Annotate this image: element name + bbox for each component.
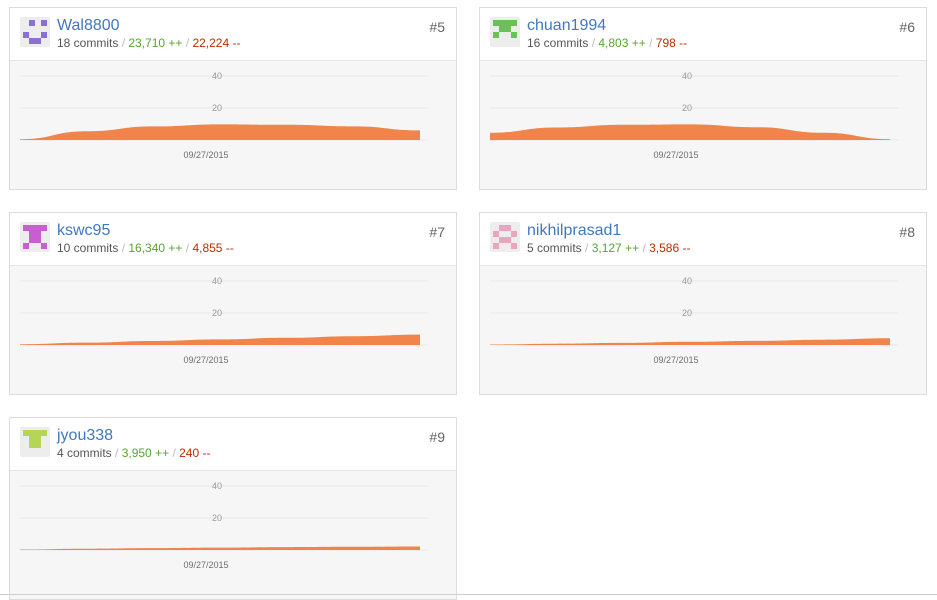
contributor-card: chuan1994 16 commits / 4,803 ++ / 798 --… — [479, 7, 927, 190]
contribution-graph: 40 20 09/27/2015 — [10, 471, 456, 599]
y-tick-label: 40 — [212, 276, 222, 286]
avatar-pixel — [511, 243, 517, 249]
y-tick-label: 20 — [212, 308, 222, 318]
avatar-pixel — [511, 20, 517, 26]
avatar-pixel — [41, 225, 47, 231]
avatar-pixel — [511, 32, 517, 38]
contributor-header: chuan1994 16 commits / 4,803 ++ / 798 --… — [480, 8, 926, 61]
contributor-username[interactable]: nikhilprasad1 — [527, 222, 621, 240]
area-chart: 40 20 09/27/2015 — [20, 71, 428, 160]
contributor-stats: 5 commits / 3,127 ++ / 3,586 -- — [527, 241, 691, 255]
commit-area — [20, 334, 420, 345]
contributor-header: jyou338 4 commits / 3,950 ++ / 240 -- #9 — [10, 418, 456, 471]
avatar[interactable] — [490, 222, 520, 252]
contributor-header: Wal8800 18 commits / 23,710 ++ / 22,224 … — [10, 8, 456, 61]
contributor-username[interactable]: chuan1994 — [527, 17, 606, 35]
area-chart: 40 20 09/27/2015 — [490, 276, 898, 365]
page-bottom-border — [0, 594, 937, 595]
contribution-graph: 40 20 09/27/2015 — [480, 61, 926, 189]
x-axis-date-label: 09/27/2015 — [183, 560, 228, 570]
avatar-pixel — [511, 231, 517, 237]
avatar-pixel — [23, 243, 29, 249]
avatar-pixel — [41, 430, 47, 436]
deletions-count: 3,586 -- — [649, 241, 691, 255]
avatar-pixel — [493, 32, 499, 38]
avatar-pixel — [41, 243, 47, 249]
x-axis-date-label: 09/27/2015 — [183, 150, 228, 160]
avatar-pixel — [41, 20, 47, 26]
contribution-graph: 40 20 09/27/2015 — [10, 61, 456, 189]
contributor-username[interactable]: jyou338 — [57, 427, 113, 445]
additions-count: 23,710 ++ — [128, 36, 183, 50]
area-chart: 40 20 09/27/2015 — [490, 71, 898, 160]
y-tick-label: 20 — [212, 513, 222, 523]
avatar[interactable] — [490, 17, 520, 47]
deletions-count: 22,224 -- — [192, 36, 241, 50]
contributor-header: nikhilprasad1 5 commits / 3,127 ++ / 3,5… — [480, 213, 926, 266]
contributor-rank: #8 — [899, 224, 915, 240]
contributor-stats: 18 commits / 23,710 ++ / 22,224 -- — [57, 36, 241, 50]
contributor-card: kswc95 10 commits / 16,340 ++ / 4,855 --… — [9, 212, 457, 395]
commit-count[interactable]: 10 commits — [57, 241, 118, 255]
commit-area — [20, 546, 420, 550]
contributor-stats: 10 commits / 16,340 ++ / 4,855 -- — [57, 241, 234, 255]
additions-count: 3,127 ++ — [591, 241, 640, 255]
contributor-header: kswc95 10 commits / 16,340 ++ / 4,855 --… — [10, 213, 456, 266]
avatar[interactable] — [20, 17, 50, 47]
avatar[interactable] — [20, 427, 50, 457]
y-tick-label: 40 — [682, 71, 692, 81]
avatar-pixel — [29, 20, 35, 26]
deletions-count: 798 -- — [655, 36, 688, 50]
additions-count: 16,340 ++ — [128, 241, 183, 255]
contributor-card: nikhilprasad1 5 commits / 3,127 ++ / 3,5… — [479, 212, 927, 395]
commit-count[interactable]: 16 commits — [527, 36, 588, 50]
contributor-rank: #6 — [899, 19, 915, 35]
contributor-rank: #5 — [429, 19, 445, 35]
avatar-pixel — [35, 442, 41, 448]
additions-count: 3,950 ++ — [121, 446, 170, 460]
y-tick-label: 20 — [212, 103, 222, 113]
commit-count[interactable]: 18 commits — [57, 36, 118, 50]
y-tick-label: 40 — [682, 276, 692, 286]
commit-area — [490, 124, 890, 140]
contributor-username[interactable]: Wal8800 — [57, 17, 120, 35]
y-tick-label: 20 — [682, 103, 692, 113]
y-tick-label: 40 — [212, 71, 222, 81]
area-chart: 40 20 09/27/2015 — [20, 481, 428, 570]
commit-count[interactable]: 4 commits — [57, 446, 112, 460]
contributor-stats: 16 commits / 4,803 ++ / 798 -- — [527, 36, 688, 50]
deletions-count: 4,855 -- — [192, 241, 234, 255]
commit-area — [490, 338, 890, 345]
commit-count[interactable]: 5 commits — [527, 241, 582, 255]
x-axis-date-label: 09/27/2015 — [653, 150, 698, 160]
area-chart: 40 20 09/27/2015 — [20, 276, 428, 365]
deletions-count: 240 -- — [179, 446, 211, 460]
avatar-pixel — [41, 32, 47, 38]
contributor-rank: #9 — [429, 429, 445, 445]
y-tick-label: 40 — [212, 481, 222, 491]
contribution-graph: 40 20 09/27/2015 — [480, 266, 926, 394]
avatar-pixel — [35, 38, 41, 44]
avatar[interactable] — [20, 222, 50, 252]
x-axis-date-label: 09/27/2015 — [653, 355, 698, 365]
contributor-card: Wal8800 18 commits / 23,710 ++ / 22,224 … — [9, 7, 457, 190]
contribution-graph: 40 20 09/27/2015 — [10, 266, 456, 394]
avatar-pixel — [493, 243, 499, 249]
x-axis-date-label: 09/27/2015 — [183, 355, 228, 365]
additions-count: 4,803 ++ — [598, 36, 646, 50]
commit-area — [20, 124, 420, 140]
contributor-rank: #7 — [429, 224, 445, 240]
contributor-card: jyou338 4 commits / 3,950 ++ / 240 -- #9… — [9, 417, 457, 600]
contributor-username[interactable]: kswc95 — [57, 222, 110, 240]
contributor-stats: 4 commits / 3,950 ++ / 240 -- — [57, 446, 211, 460]
y-tick-label: 20 — [682, 308, 692, 318]
